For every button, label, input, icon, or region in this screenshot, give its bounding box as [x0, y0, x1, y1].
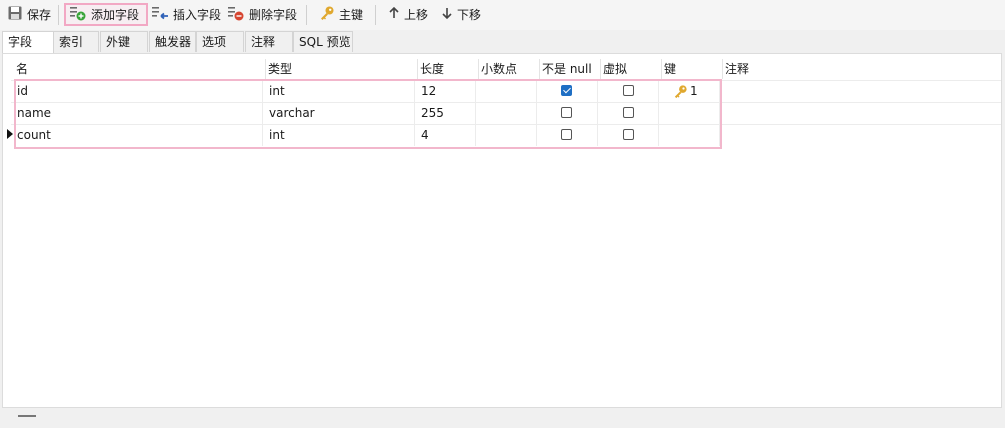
virtual-checkbox[interactable]: [623, 129, 634, 140]
tab-bar: 字段 索引 外键 触发器 选项 注释 SQL 预览: [0, 31, 1005, 53]
toolbar: 保存 添加字段 插入字段 删除字段 主键 上移 下移: [0, 0, 1005, 30]
column-header-not-null[interactable]: 不是 null: [539, 59, 600, 79]
table-row[interactable]: id int 12 1: [11, 80, 1001, 102]
insert-field-label: 插入字段: [173, 8, 222, 22]
column-header-comment[interactable]: 注释: [722, 59, 922, 79]
tab-sql-preview[interactable]: SQL 预览: [293, 31, 353, 52]
not-null-checkbox[interactable]: [561, 85, 572, 96]
cell-comment[interactable]: [719, 81, 919, 102]
column-header-name[interactable]: 名: [14, 59, 266, 79]
move-up-button[interactable]: 上移: [385, 3, 431, 26]
primary-key-button[interactable]: 主键: [316, 3, 366, 26]
cell-length[interactable]: 4: [414, 125, 475, 146]
cell-decimals[interactable]: [475, 103, 536, 124]
cell-key[interactable]: 1: [658, 81, 719, 102]
save-label: 保存: [27, 8, 52, 22]
cell-decimals[interactable]: [475, 81, 536, 102]
column-header-type[interactable]: 类型: [265, 59, 417, 79]
column-header-key[interactable]: 键: [661, 59, 722, 79]
cell-decimals[interactable]: [475, 125, 536, 146]
cell-not-null: [536, 103, 597, 124]
key-order: 1: [690, 84, 698, 98]
toolbar-divider: [306, 5, 307, 25]
virtual-checkbox[interactable]: [623, 85, 634, 96]
cell-type[interactable]: varchar: [262, 103, 414, 124]
delete-field-label: 删除字段: [249, 8, 298, 22]
cell-name[interactable]: id: [11, 81, 262, 102]
table-row[interactable]: count int 4: [11, 124, 1001, 146]
cell-length[interactable]: 255: [414, 103, 475, 124]
current-row-indicator: [7, 129, 13, 139]
cell-virtual: [597, 125, 658, 146]
toolbar-divider: [375, 5, 376, 25]
column-header-length[interactable]: 长度: [417, 59, 478, 79]
cell-virtual: [597, 103, 658, 124]
move-down-button[interactable]: 下移: [438, 3, 484, 26]
toolbar-divider: [58, 5, 59, 25]
cell-key[interactable]: [658, 125, 719, 146]
insert-field-icon: [151, 5, 169, 24]
status-bar: [0, 408, 1005, 428]
not-null-checkbox[interactable]: [561, 129, 572, 140]
insert-field-button[interactable]: 插入字段: [148, 3, 224, 26]
add-field-button[interactable]: 添加字段: [64, 3, 148, 26]
cell-comment[interactable]: [719, 103, 919, 124]
column-header-decimals[interactable]: 小数点: [478, 59, 539, 79]
cell-key[interactable]: [658, 103, 719, 124]
cell-length[interactable]: 12: [414, 81, 475, 102]
add-field-label: 添加字段: [91, 8, 140, 22]
move-down-label: 下移: [457, 8, 482, 22]
virtual-checkbox[interactable]: [623, 107, 634, 118]
cell-not-null: [536, 125, 597, 146]
add-field-icon: [69, 5, 87, 24]
tab-comment[interactable]: 注释: [245, 31, 293, 52]
tab-indexes[interactable]: 索引: [53, 31, 99, 52]
table-row[interactable]: name varchar 255: [11, 102, 1001, 124]
tab-fields[interactable]: 字段: [2, 31, 54, 53]
save-icon: [7, 5, 23, 24]
splitter-handle[interactable]: [18, 415, 36, 417]
move-up-label: 上移: [404, 8, 429, 22]
tab-triggers[interactable]: 触发器: [149, 31, 196, 52]
arrow-down-icon: [441, 6, 453, 23]
cell-not-null: [536, 81, 597, 102]
tab-foreign-keys[interactable]: 外键: [100, 31, 148, 52]
arrow-up-icon: [388, 6, 400, 23]
delete-field-icon: [227, 5, 245, 24]
cell-type[interactable]: int: [262, 81, 414, 102]
cell-type[interactable]: int: [262, 125, 414, 146]
not-null-checkbox[interactable]: [561, 107, 572, 118]
cell-virtual: [597, 81, 658, 102]
key-icon: [319, 5, 335, 24]
column-header-virtual[interactable]: 虚拟: [600, 59, 661, 79]
fields-grid: 名 类型 长度 小数点 不是 null 虚拟 键 注释 id int 12 1 …: [2, 53, 1002, 408]
save-button[interactable]: 保存: [4, 3, 54, 26]
cell-name[interactable]: name: [11, 103, 262, 124]
cell-comment[interactable]: [719, 125, 919, 146]
primary-key-label: 主键: [339, 8, 364, 22]
delete-field-button[interactable]: 删除字段: [224, 3, 300, 26]
tab-options[interactable]: 选项: [196, 31, 244, 52]
cell-name[interactable]: count: [11, 125, 262, 146]
